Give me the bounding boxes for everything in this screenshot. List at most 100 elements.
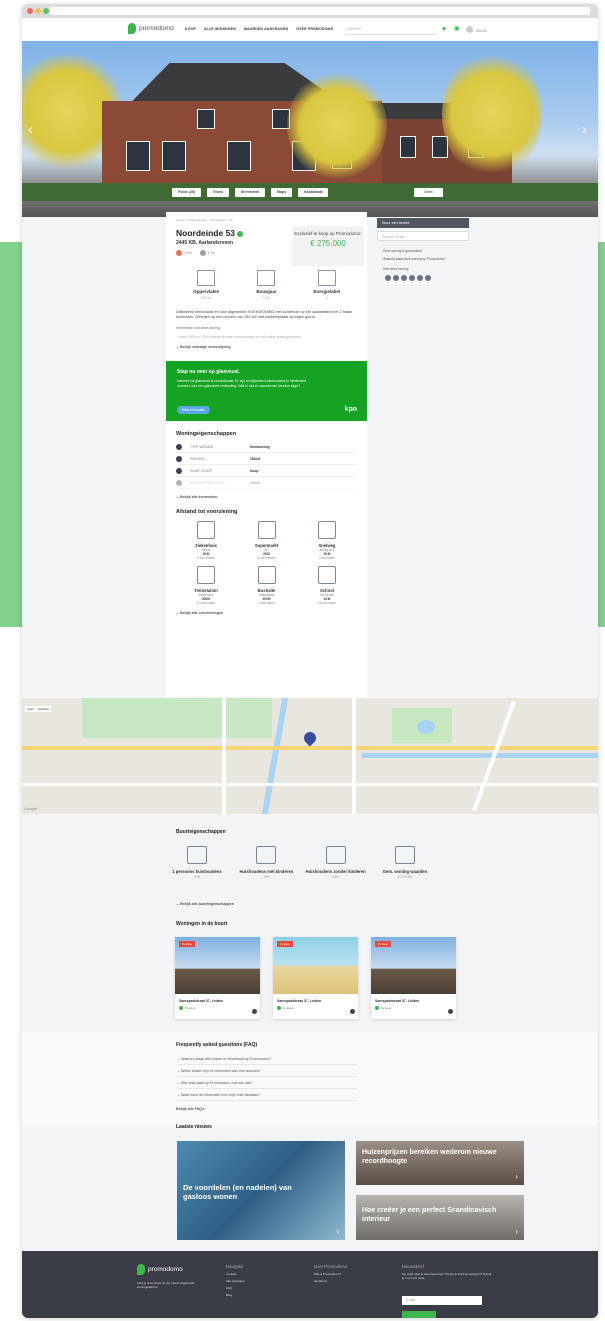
table-row: TYPE WONING Hoekwoning	[176, 441, 357, 453]
logo[interactable]: promodomo	[128, 23, 174, 34]
sidebar-link[interactable]: Waarom staat deze woning op Promodomo?	[377, 257, 469, 261]
bath-icon	[199, 250, 206, 256]
news-card[interactable]: Hoe creëer je een perfect Scandinavisch …	[356, 1195, 524, 1240]
newsletter-email-field[interactable]: E-mail	[402, 1296, 482, 1305]
all-neighbourhood-link[interactable]: ⌄ Bekijk alle buurteigenschappen	[176, 902, 234, 906]
menu-item-waarden[interactable]: WAARDEN AANVRAGEN	[244, 27, 288, 31]
all-properties-link[interactable]: ⌄ Bekijk alle kenmerken	[176, 495, 357, 499]
kpn-info-button[interactable]: Meer informatie	[177, 406, 210, 414]
link-icon[interactable]	[425, 275, 431, 281]
satellite-button[interactable]: Satelliet	[38, 707, 49, 711]
message-icon[interactable]: ▣	[454, 26, 460, 33]
account-label[interactable]: INLOG	[476, 28, 487, 35]
map[interactable]: Kaart Satelliet Google	[22, 698, 598, 814]
amenity-ziekenhuis: Ziekenhuis Alrijne 2KM 3 min fietsen	[176, 521, 236, 560]
sidebar-link[interactable]: Deze woning is geschakeld	[377, 249, 469, 253]
news-card[interactable]: De voordelen (en nadelen) van gasloos wo…	[177, 1141, 345, 1240]
card-status: Te koop	[277, 1006, 354, 1010]
read-more-link[interactable]: ⌄ Bekijk volledige omschrijving	[176, 345, 357, 349]
top-navigation: promodomo KOOP ALLE WONINGEN WAARDEN AAN…	[22, 18, 598, 41]
tab-video[interactable]: Video	[207, 188, 229, 197]
favorite-icon[interactable]	[448, 1009, 453, 1014]
footer-link[interactable]: Blog	[226, 1293, 245, 1297]
footer-link[interactable]: Contact	[226, 1272, 245, 1276]
email-field[interactable]: Stuur een Email	[377, 231, 469, 241]
mail-icon[interactable]	[417, 275, 423, 281]
footer-link[interactable]: FAQ	[226, 1286, 245, 1290]
facebook-icon[interactable]	[385, 275, 391, 281]
favorite-icon[interactable]	[350, 1009, 355, 1014]
footer-logo[interactable]: promodomo	[137, 1264, 207, 1275]
properties-table: TYPE WONING Hoekwoning PERCEEL 253m2 HUUR …	[176, 441, 357, 489]
share-button[interactable]: Delen	[414, 188, 444, 197]
property-card[interactable]: Te koop Samspadstraat 37, Leiden Te koop	[371, 937, 456, 1019]
heart-icon[interactable]: ♥	[442, 26, 446, 33]
menu-item-alle-woningen[interactable]: ALLE WONINGEN	[204, 27, 236, 31]
bath-pill: 1 Ks	[199, 250, 215, 256]
close-dot-icon[interactable]	[27, 8, 33, 14]
chevron-right-icon: ›	[515, 1172, 518, 1181]
search-input[interactable]: ZOEKEN	[346, 24, 436, 35]
all-faq-link[interactable]: Bekijk alle FAQs ›	[176, 1107, 206, 1111]
footer-link[interactable]: Alle woningen	[226, 1279, 245, 1283]
chevron-left-icon[interactable]: ‹	[28, 121, 33, 137]
table-row: HUUR / KOOP Koop	[176, 465, 357, 477]
description-more: - Vanaf 1909 tot 2019 hebben diverse ver…	[176, 335, 301, 339]
table-row: PERCEEL 253m2	[176, 453, 357, 465]
property-photo: Te koop	[371, 937, 456, 994]
pinterest-icon[interactable]	[401, 275, 407, 281]
map-type-toggle[interactable]: Kaart Satelliet	[25, 706, 51, 712]
google-logo: Google	[24, 806, 37, 811]
park-area	[82, 698, 272, 738]
amenity-snelweg: Snelweg Afslag A11 2KM 2 min rijden	[297, 521, 357, 560]
twitter-icon[interactable]	[393, 275, 399, 281]
faq-item[interactable]: ⌄ Waarom staan alle huizen in Nederland …	[177, 1054, 357, 1065]
faq-item[interactable]: ⌄ Waar komt de informatie over mijn huis…	[177, 1090, 357, 1101]
stat-without-children: Huishoudens zonder kinderen 34%	[305, 846, 367, 879]
window	[126, 141, 150, 171]
avatar[interactable]	[466, 26, 473, 33]
property-card[interactable]: Te koop Samspadstraat 37, Leiden Te koop	[273, 937, 358, 1019]
hospital-icon	[197, 521, 215, 539]
tab-streetview[interactable]: Streetview	[234, 188, 265, 197]
faq-item[interactable]: ⌄ Welke kosten zijn er verbonden aan een…	[177, 1066, 357, 1077]
footer-heading: Over Promodomo	[314, 1264, 348, 1269]
map-button[interactable]: Kaart	[27, 707, 34, 711]
minimize-dot-icon[interactable]	[35, 8, 41, 14]
maximize-dot-icon[interactable]	[43, 8, 49, 14]
size-icon	[176, 479, 182, 486]
property-card[interactable]: Te koop Samspadstraat 37, Leiden Te koop	[175, 937, 260, 1019]
footer-nav: Navigatie Contact Alle woningen FAQ Blog	[226, 1264, 245, 1297]
footer-link[interactable]: Wat is Promodomo?	[314, 1272, 347, 1276]
menu-item-over[interactable]: OVER PROMODOMO	[296, 27, 333, 31]
all-amenities-link[interactable]: ⌄ Bekijk alle voorzieningen	[176, 611, 357, 615]
green-background-left	[0, 242, 22, 627]
footer-heading: Navigatie	[226, 1264, 244, 1269]
stat-with-children: Huishoudens met kinderen 34%	[235, 846, 297, 879]
property-photo: Te koop	[273, 937, 358, 994]
breadcrumb[interactable]: Home > Aarlanderveen > Noordeinde > 53	[176, 218, 357, 222]
window	[400, 136, 416, 158]
tab-kadastraal[interactable]: Kadastraal	[298, 188, 329, 197]
location-pin-icon[interactable]	[301, 729, 319, 747]
kpn-banner[interactable]: Stap nu over op glasvezel. Internet via …	[166, 361, 367, 421]
chevron-right-icon[interactable]: ›	[582, 121, 587, 137]
kpn-logo: kpn	[344, 406, 357, 413]
tab-fotos[interactable]: Fotos (25)	[172, 188, 202, 197]
favorite-icon[interactable]	[252, 1009, 257, 1014]
stat-oppervlakte: Oppervlakte 253 m2	[178, 270, 234, 300]
news-card[interactable]: Huizenprijzen bereiken wederom nieuwe re…	[356, 1141, 524, 1185]
url-bar[interactable]	[50, 7, 590, 15]
card-address: Samspadstraat 37, Leiden	[375, 999, 420, 1003]
tab-maps[interactable]: Maps	[270, 188, 293, 197]
whatsapp-icon[interactable]	[409, 275, 415, 281]
person-icon	[187, 846, 207, 864]
menu-item-koop[interactable]: KOOP	[185, 27, 196, 31]
school-icon	[318, 566, 336, 584]
newsletter-submit-button[interactable]	[402, 1311, 436, 1318]
stat-bouwjaar: Bouwjaar 1912	[238, 270, 294, 300]
footer-link[interactable]: Vacatures	[314, 1279, 347, 1283]
faq-item[interactable]: ⌄ Mijn huis staat op Promodomo, hoe kan …	[177, 1078, 357, 1089]
key-stats: Oppervlakte 253 m2 Bouwjaar 1912 Energiela…	[176, 270, 357, 300]
rooms-pill: 3 Kls	[176, 250, 192, 256]
